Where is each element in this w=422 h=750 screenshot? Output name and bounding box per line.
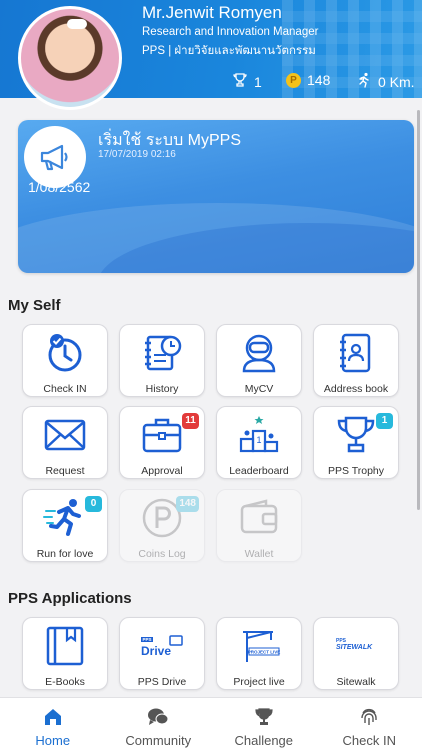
clock-check-icon — [43, 331, 87, 375]
tile-label: PPS Trophy — [327, 465, 385, 477]
trophy-icon — [232, 72, 248, 91]
tile-label: PPS Drive — [137, 676, 187, 688]
profile-avatar[interactable] — [18, 6, 122, 110]
tile-run-for-love[interactable]: Run for love 0 — [22, 489, 108, 562]
tile-project-live[interactable]: PROJECT LIVE Project live — [216, 617, 302, 690]
envelope-icon — [43, 413, 87, 457]
news-date: 17/07/2019 02:16 — [98, 149, 176, 160]
news-card[interactable]: เริ่มใช้ ระบบ MyPPS 17/07/2019 02:16 1/0… — [18, 120, 414, 273]
trophy-cup-icon — [334, 413, 378, 457]
home-icon — [42, 706, 64, 728]
running-man-icon — [43, 496, 87, 540]
coin-icon: P — [286, 72, 301, 88]
tile-label: MyCV — [244, 383, 274, 395]
tile-mycv[interactable]: MyCV — [216, 324, 302, 397]
avatar-bow — [67, 19, 87, 29]
drive-logo-main-text: Drive — [141, 644, 171, 658]
address-book-icon — [334, 331, 378, 375]
sitewalk-logo-main-text: SITEWALK — [336, 644, 373, 651]
tile-history[interactable]: History — [119, 324, 205, 397]
tile-label: Coins Log — [138, 548, 186, 560]
podium-icon: 1 — [237, 413, 281, 457]
tile-e-books[interactable]: E-Books — [22, 617, 108, 690]
tab-community-label: Community — [125, 733, 192, 748]
tab-check-in-label: Check IN — [342, 733, 396, 748]
section-myself-title: My Self — [8, 297, 61, 314]
tab-challenge-label: Challenge — [234, 733, 294, 748]
approval-badge: 11 — [182, 413, 199, 429]
tile-label: Approval — [141, 465, 183, 477]
distance-value: 0 Km. — [378, 73, 415, 90]
drive-logo-top-text: PPS — [142, 637, 151, 642]
project-live-logo-text: PROJECT LIVE — [248, 650, 281, 655]
coin-stat: P 148 — [286, 72, 330, 88]
chat-bubbles-icon — [147, 706, 169, 728]
trophy-stat: 1 — [232, 72, 262, 91]
project-live-logo-icon: PROJECT LIVE — [237, 624, 281, 668]
sitewalk-logo-icon: PPS SITEWALK — [334, 624, 378, 668]
tile-label: Check IN — [43, 383, 87, 395]
tab-challenge[interactable]: Challenge — [211, 698, 317, 750]
tile-label: Wallet — [244, 548, 274, 560]
tile-check-in[interactable]: Check IN — [22, 324, 108, 397]
coins-log-badge: 148 — [176, 496, 199, 512]
tile-label: History — [145, 383, 179, 395]
trophy-icon — [253, 706, 275, 728]
tile-pps-trophy[interactable]: PPS Trophy 1 — [313, 406, 399, 479]
run-badge: 0 — [85, 496, 102, 512]
wallet-icon — [237, 496, 281, 540]
tile-request[interactable]: Request — [22, 406, 108, 479]
section-apps-title: PPS Applications — [8, 590, 132, 607]
tile-label: Request — [45, 465, 85, 477]
profile-name: Mr.Jenwit Romyen — [142, 3, 282, 22]
tab-check-in[interactable]: Check IN — [317, 698, 422, 750]
bottom-tab-bar: Home Community Challenge Check IN — [0, 697, 422, 750]
tile-address-book[interactable]: Address book — [313, 324, 399, 397]
runner-icon — [356, 72, 372, 91]
profile-role: Research and Innovation Manager — [142, 26, 319, 38]
tile-wallet[interactable]: Wallet — [216, 489, 302, 562]
tile-pps-drive[interactable]: PPS Drive PPS Drive — [119, 617, 205, 690]
tile-label: Run for love — [36, 548, 94, 560]
news-body: 1/08/2562 — [28, 179, 91, 195]
tile-label: Project live — [233, 676, 285, 688]
tile-leaderboard[interactable]: 1 Leaderboard — [216, 406, 302, 479]
tab-home[interactable]: Home — [0, 698, 106, 750]
coin-count: 148 — [307, 72, 331, 88]
book-icon — [43, 624, 87, 668]
tile-label: E-Books — [45, 676, 85, 688]
tile-label: Sitewalk — [336, 676, 376, 688]
tab-community[interactable]: Community — [106, 698, 212, 750]
scrollbar[interactable] — [417, 110, 420, 510]
tab-home-label: Home — [35, 733, 71, 748]
astronaut-icon — [237, 331, 281, 375]
tile-label: Leaderboard — [229, 465, 289, 477]
tile-approval[interactable]: Approval 11 — [119, 406, 205, 479]
profile-department: PPS | ฝ่ายวิจัยและพัฒนานวัตกรรม — [142, 45, 316, 57]
tile-coins-log[interactable]: Coins Log 148 — [119, 489, 205, 562]
history-notebook-icon — [140, 331, 184, 375]
briefcase-icon — [140, 413, 184, 457]
podium-rank-text: 1 — [256, 435, 261, 445]
fingerprint-icon — [358, 706, 380, 728]
trophy-count: 1 — [254, 73, 262, 90]
trophy-badge: 1 — [376, 413, 393, 429]
tile-sitewalk[interactable]: PPS SITEWALK Sitewalk — [313, 617, 399, 690]
pps-drive-logo-icon: PPS Drive — [140, 624, 184, 668]
tile-label: Address book — [323, 383, 389, 395]
distance-stat: 0 Km. — [356, 72, 415, 91]
